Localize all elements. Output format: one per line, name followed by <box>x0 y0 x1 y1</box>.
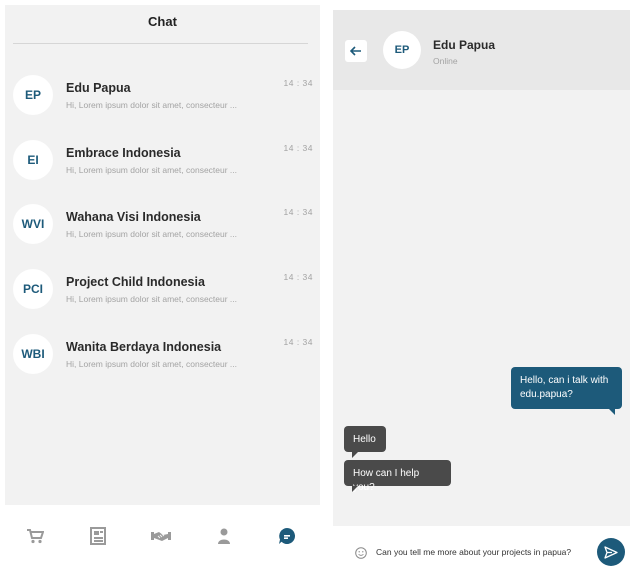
chat-list-item[interactable]: WBI Wanita Berdaya Indonesia Hi, Lorem i… <box>13 334 313 378</box>
incoming-message: How can I help you? <box>344 460 451 493</box>
bottom-nav <box>5 515 320 555</box>
chat-preview: Hi, Lorem ipsum dolor sit amet, consecte… <box>66 229 238 239</box>
document-icon <box>90 527 106 545</box>
avatar: EP <box>383 31 421 69</box>
chat-preview: Hi, Lorem ipsum dolor sit amet, consecte… <box>66 294 238 304</box>
nav-cart-button[interactable] <box>25 527 45 545</box>
incoming-message-tail <box>352 486 358 492</box>
avatar: EP <box>13 75 53 115</box>
chat-list-item[interactable]: EP Edu Papua Hi, Lorem ipsum dolor sit a… <box>13 75 313 119</box>
nav-profile-button[interactable] <box>214 527 234 545</box>
chat-time: 14 : 34 <box>283 78 313 88</box>
conversation-panel: EP Edu Papua Online Hello, can i talk wi… <box>333 10 630 526</box>
chat-list-item[interactable]: PCI Project Child Indonesia Hi, Lorem ip… <box>13 269 313 313</box>
person-icon <box>218 528 230 544</box>
smiley-icon <box>355 547 367 559</box>
chat-name: Project Child Indonesia <box>66 275 205 289</box>
outgoing-message-tail <box>609 409 615 415</box>
conversation-header: EP Edu Papua Online <box>333 10 630 90</box>
nav-partners-button[interactable] <box>151 527 171 545</box>
outgoing-message: Hello, can i talk with edu.papua? <box>511 367 622 409</box>
chat-preview: Hi, Lorem ipsum dolor sit amet, consecte… <box>66 100 238 110</box>
chat-time: 14 : 34 <box>283 207 313 217</box>
chat-name: Wanita Berdaya Indonesia <box>66 340 222 354</box>
send-icon <box>604 545 618 559</box>
chat-name: Edu Papua <box>66 81 131 95</box>
message-input[interactable] <box>376 544 591 560</box>
handshake-icon <box>151 532 171 541</box>
avatar: WVI <box>13 204 53 244</box>
avatar: PCI <box>13 269 53 309</box>
nav-documents-button[interactable] <box>88 527 108 545</box>
chat-time: 14 : 34 <box>283 337 313 347</box>
avatar: WBI <box>13 334 53 374</box>
chat-time: 14 : 34 <box>283 272 313 282</box>
chat-list-header: Chat <box>5 5 320 45</box>
chat-name: Embrace Indonesia <box>66 146 181 160</box>
chat-list-item[interactable]: WVI Wahana Visi Indonesia Hi, Lorem ipsu… <box>13 204 313 248</box>
arrow-left-icon <box>350 46 361 56</box>
avatar: EI <box>13 140 53 180</box>
chat-list-item[interactable]: EI Embrace Indonesia Hi, Lorem ipsum dol… <box>13 140 313 184</box>
back-button[interactable] <box>345 40 367 62</box>
header-divider <box>13 43 308 44</box>
chat-bubble-icon <box>279 528 296 544</box>
nav-chat-button[interactable] <box>277 527 297 545</box>
emoji-button[interactable] <box>355 546 367 559</box>
contact-name: Edu Papua <box>433 38 496 52</box>
chat-preview: Hi, Lorem ipsum dolor sit amet, consecte… <box>66 165 238 175</box>
cart-icon <box>27 529 44 544</box>
chat-list-panel: Chat EP Edu Papua Hi, Lorem ipsum dolor … <box>5 5 320 505</box>
message-composer <box>333 530 630 571</box>
contact-status: Online <box>433 56 458 66</box>
chat-name: Wahana Visi Indonesia <box>66 210 201 224</box>
send-button[interactable] <box>597 538 625 566</box>
page-title: Chat <box>148 14 177 29</box>
incoming-message-tail <box>352 452 358 458</box>
chat-preview: Hi, Lorem ipsum dolor sit amet, consecte… <box>66 359 238 369</box>
incoming-message: Hello <box>344 426 386 452</box>
chat-time: 14 : 34 <box>283 143 313 153</box>
